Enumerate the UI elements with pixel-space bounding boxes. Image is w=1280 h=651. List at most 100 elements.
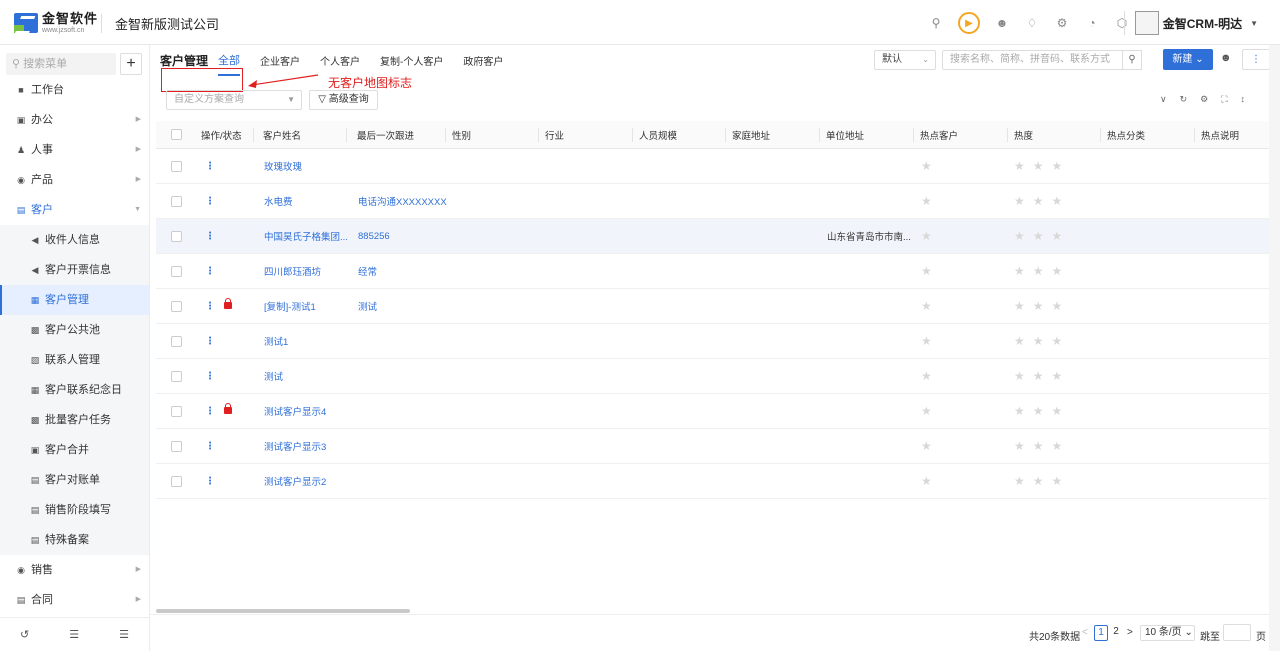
star-icon[interactable]: ★: [921, 334, 932, 348]
tab-enterprise[interactable]: 企业客户: [260, 53, 300, 68]
table-row[interactable]: ⋮ 四川郎珏酒坊 经常 ★ ★★★: [156, 254, 1270, 289]
customer-name-link[interactable]: 测试客户显示2: [264, 464, 326, 498]
row-actions-icon[interactable]: ⋮: [205, 476, 215, 487]
table-row[interactable]: ⋮ 测试客户显示4 ★ ★★★: [156, 394, 1270, 429]
star-icon[interactable]: ★: [921, 369, 932, 383]
star-icon[interactable]: ★: [921, 474, 932, 488]
customer-name-link[interactable]: 测试: [264, 359, 283, 393]
row-actions-icon[interactable]: ⋮: [205, 161, 215, 172]
row-checkbox[interactable]: [171, 195, 182, 207]
horizontal-scrollbar[interactable]: [156, 609, 410, 613]
heat-rating-icon[interactable]: ★★★: [1014, 369, 1070, 383]
customer-search-input[interactable]: 搜索名称、简称、拼音码、联系方式: [942, 50, 1142, 70]
refresh-icon[interactable]: ↻: [1180, 94, 1188, 105]
row-checkbox[interactable]: [171, 230, 182, 242]
table-row[interactable]: ⋮ 中国昊氏子格集团... 885256 山东省青岛市市南... ★ ★★★: [156, 219, 1270, 254]
star-icon[interactable]: ★: [921, 439, 932, 453]
table-row[interactable]: ⋮ 水电费 电话沟通XXXXXXXX ★ ★★★: [156, 184, 1270, 219]
sidebar-item-batch-task[interactable]: ▩ 批量客户任务: [0, 405, 149, 435]
notification-badge-icon[interactable]: ▶: [958, 12, 980, 34]
row-checkbox[interactable]: [171, 440, 182, 452]
row-actions-icon[interactable]: ⋮: [205, 301, 215, 312]
row-checkbox[interactable]: [171, 300, 182, 312]
row-actions-icon[interactable]: ⋮: [205, 336, 215, 347]
row-checkbox[interactable]: [171, 475, 182, 487]
tab-all[interactable]: 全部: [218, 52, 241, 76]
row-checkbox[interactable]: [171, 335, 182, 347]
row-height-icon[interactable]: ↕: [1241, 94, 1246, 105]
customer-name-link[interactable]: 测试1: [264, 324, 288, 358]
customer-name-link[interactable]: 中国昊氏子格集团...: [264, 219, 348, 253]
sidebar-item-invoice-info[interactable]: ◀ 客户开票信息: [0, 255, 149, 285]
plan-query-select[interactable]: 自定义方案查询 ▼: [166, 90, 302, 110]
page-size-select[interactable]: 10 条/页 ⌄: [1140, 625, 1195, 641]
last-followup[interactable]: 885256: [358, 219, 390, 253]
select-all-checkbox[interactable]: [171, 129, 182, 140]
tab-copy-individual[interactable]: 复制-个人客户: [380, 53, 443, 68]
sidebar-item-statement[interactable]: ▤ 客户对账单: [0, 465, 149, 495]
last-followup[interactable]: 经常: [358, 254, 377, 288]
last-followup[interactable]: 测试: [358, 289, 377, 323]
prev-page-icon[interactable]: <: [1082, 627, 1088, 638]
customer-name-link[interactable]: 四川郎珏酒坊: [264, 254, 321, 288]
row-checkbox[interactable]: [171, 160, 182, 172]
search-button[interactable]: ⚲: [1122, 50, 1142, 70]
customer-name-link[interactable]: 测试客户显示4: [264, 394, 326, 428]
table-row[interactable]: ⋮ 测试客户显示3 ★ ★★★: [156, 429, 1270, 464]
collapse-icon[interactable]: ∨: [1160, 94, 1167, 105]
user-icon[interactable]: ☻: [1220, 52, 1232, 64]
sidebar-item-office[interactable]: ▣ 办公 ▶: [0, 105, 149, 135]
star-icon[interactable]: ★: [921, 299, 932, 313]
customer-name-link[interactable]: 测试客户显示3: [264, 429, 326, 463]
sidebar-item-product[interactable]: ◉ 产品 ▶: [0, 165, 149, 195]
row-actions-icon[interactable]: ⋮: [205, 406, 215, 417]
row-checkbox[interactable]: [171, 370, 182, 382]
tab-individual[interactable]: 个人客户: [320, 53, 360, 68]
bell-icon[interactable]: ♢: [1024, 15, 1040, 31]
menu-search-input[interactable]: ⚲ 搜索菜单: [6, 53, 116, 75]
sidebar-item-contacts[interactable]: ▨ 联系人管理: [0, 345, 149, 375]
settings-icon[interactable]: ⚙: [1200, 94, 1208, 105]
sidebar-item-hr[interactable]: ♟ 人事 ▶: [0, 135, 149, 165]
heat-rating-icon[interactable]: ★★★: [1014, 229, 1070, 243]
table-row[interactable]: ⋮ 测试客户显示2 ★ ★★★: [156, 464, 1270, 499]
sidebar-item-customer-management[interactable]: ▦ 客户管理: [0, 285, 149, 315]
pie-chart-icon[interactable]: ◔: [1084, 15, 1100, 31]
row-actions-icon[interactable]: ⋮: [205, 266, 215, 277]
sidebar-item-merge[interactable]: ▣ 客户合并: [0, 435, 149, 465]
jump-page-input[interactable]: [1223, 624, 1251, 641]
sidebar-item-anniversary[interactable]: ▦ 客户联系纪念日: [0, 375, 149, 405]
page-1-button[interactable]: 1: [1094, 625, 1108, 641]
fullscreen-icon[interactable]: ⛶: [1221, 94, 1227, 105]
row-actions-icon[interactable]: ⋮: [205, 196, 215, 207]
add-menu-button[interactable]: +: [120, 53, 142, 75]
history-icon[interactable]: ↺: [20, 628, 29, 641]
heat-rating-icon[interactable]: ★★★: [1014, 299, 1070, 313]
sidebar-item-sales-stage[interactable]: ▤ 销售阶段填写: [0, 495, 149, 525]
sidebar-item-recipient-info[interactable]: ◀ 收件人信息: [0, 225, 149, 255]
sidebar-item-sales[interactable]: ◉ 销售 ▶: [0, 555, 149, 585]
user-menu[interactable]: 金智CRM-明达 ▼: [1123, 11, 1258, 35]
contacts-icon[interactable]: ☻: [994, 15, 1010, 31]
table-row[interactable]: ⋮ 测试1 ★ ★★★: [156, 324, 1270, 359]
customer-name-link[interactable]: 玫瑰玫瑰: [264, 149, 302, 183]
vertical-scrollbar[interactable]: [1269, 45, 1280, 651]
customer-name-link[interactable]: 水电费: [264, 184, 293, 218]
row-checkbox[interactable]: [171, 405, 182, 417]
sidebar-item-special-record[interactable]: ▤ 特殊备案: [0, 525, 149, 555]
star-icon[interactable]: ★: [921, 264, 932, 278]
heat-rating-icon[interactable]: ★★★: [1014, 194, 1070, 208]
columns-icon[interactable]: ☰: [69, 628, 79, 641]
last-followup[interactable]: 电话沟通XXXXXXXX: [358, 184, 447, 218]
row-actions-icon[interactable]: ⋮: [205, 371, 215, 382]
logo[interactable]: 金智软件 www.jzsoft.cn: [14, 12, 98, 34]
page-2-button[interactable]: 2: [1109, 625, 1123, 641]
search-icon[interactable]: ⚲: [928, 15, 944, 31]
sidebar-item-customer[interactable]: ▤ 客户 ▼: [0, 195, 149, 225]
customer-name-link[interactable]: [复制]-测试1: [264, 289, 316, 323]
sidebar-item-customer-pool[interactable]: ▩ 客户公共池: [0, 315, 149, 345]
table-row[interactable]: ⋮ 玫瑰玫瑰 ★ ★★★: [156, 149, 1270, 184]
sidebar-item-workbench[interactable]: ■ 工作台: [0, 75, 149, 105]
heat-rating-icon[interactable]: ★★★: [1014, 474, 1070, 488]
heat-rating-icon[interactable]: ★★★: [1014, 264, 1070, 278]
